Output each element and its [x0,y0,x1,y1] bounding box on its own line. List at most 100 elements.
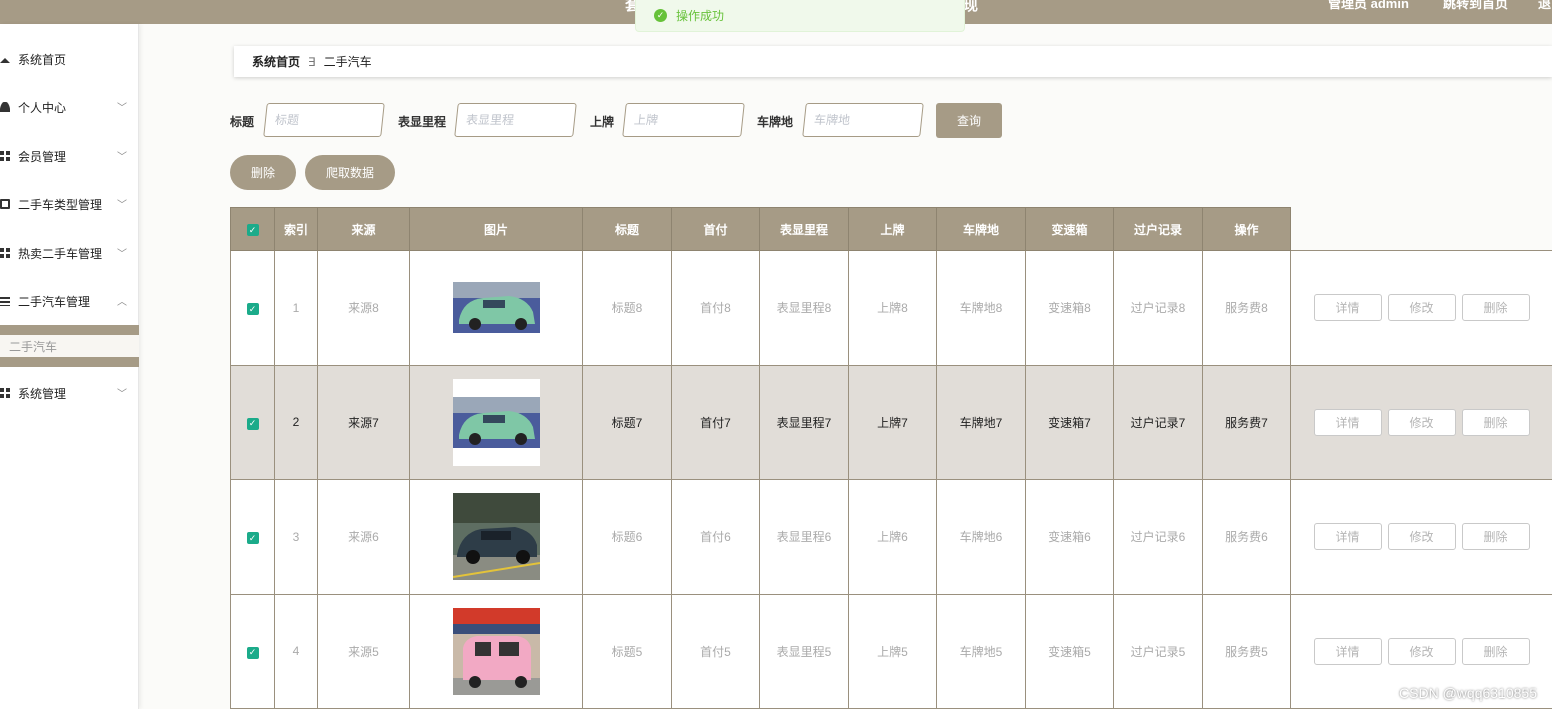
breadcrumb-separator-icon: ∃ [308,54,316,69]
car-thumbnail-image[interactable] [452,378,540,466]
edit-button[interactable]: 修改 [1387,523,1456,551]
fee-cell: 服务费7 [1202,364,1291,480]
mileage-search-input[interactable] [454,103,577,137]
column-header: 上牌 [848,207,937,251]
mileage-cell: 表显里程6 [759,479,849,595]
sidebar-item-label: 个人中心 [18,100,67,115]
query-button[interactable]: 查询 [936,103,1002,138]
checkbox-checked-icon[interactable]: ✓ [246,646,259,659]
checkbox-checked-icon[interactable]: ✓ [246,224,259,237]
plate-search-label: 上牌 [590,115,615,129]
column-header: 索引 [274,207,318,251]
column-header: 过户记录 [1113,207,1203,251]
logout-link[interactable]: 退 [1538,0,1551,12]
list-icon [0,296,10,306]
chevron-down-icon: ﹀ [117,200,127,211]
table-row[interactable]: ✓ 2 来源7 标题7 首付7 表显里程7 上牌7 车牌地7 变速箱7 过户记录… [230,364,1552,480]
row-checkbox-cell[interactable]: ✓ [230,479,275,595]
detail-button[interactable]: 详情 [1313,637,1382,665]
sidebar-item-car-types[interactable]: 二手车类型管理 ﹀ [0,193,139,215]
mileage-cell: 表显里程5 [759,593,849,709]
breadcrumb-home[interactable]: 系统首页 [252,53,300,70]
column-header: 车牌地 [936,207,1026,251]
sidebar-item-home[interactable]: 系统首页 [0,48,139,70]
location-search-input[interactable] [802,103,924,137]
chevron-down-icon: ﹀ [117,103,127,114]
used-car-table: ✓ 索引 来源 图片 标题 首付 表显里程 上牌 车牌地 变速箱 过户记录 操作… [230,207,1552,709]
sidebar-item-personal[interactable]: 个人中心 ﹀ [0,96,139,118]
title-search-input[interactable] [263,103,385,137]
title-cell: 标题6 [582,479,672,595]
sidebar-item-label: 热卖二手车管理 [18,246,103,261]
car-thumbnail-image[interactable] [452,493,540,581]
car-thumbnail-image[interactable] [452,607,540,695]
checkbox-checked-icon[interactable]: ✓ [246,303,259,315]
submenu-band-top [0,325,139,335]
sidebar-item-label: 系统首页 [18,52,67,67]
image-cell [409,479,583,595]
select-all-checkbox-cell[interactable]: ✓ [230,207,275,251]
batch-delete-button[interactable]: 删除 [230,155,296,190]
source-cell: 来源7 [317,364,410,480]
chevron-down-icon: ﹀ [117,389,127,400]
sidebar-item-system[interactable]: 系统管理 ﹀ [0,382,139,404]
delete-button[interactable]: 删除 [1461,523,1530,551]
mileage-cell: 表显里程8 [759,250,849,366]
sidebar-item-label: 会员管理 [18,149,67,164]
fee-cell: 服务费8 [1202,250,1291,366]
source-cell: 来源8 [317,250,410,366]
chevron-down-icon: ﹀ [117,249,127,260]
row-checkbox-cell[interactable]: ✓ [230,593,275,709]
crawl-data-button[interactable]: 爬取数据 [305,155,395,190]
delete-button[interactable]: 删除 [1461,637,1530,665]
delete-button[interactable]: 删除 [1461,408,1530,436]
down-payment-cell: 首付7 [671,364,760,480]
location-cell: 车牌地7 [936,364,1026,480]
gearbox-cell: 变速箱6 [1025,479,1114,595]
table-row[interactable]: ✓ 3 来源6 标题6 首付6 表显里程6 上牌6 车牌地6 变速箱6 过户记录… [230,479,1552,595]
operations-cell: 详情 修改 删除 [1290,479,1552,595]
operations-cell: 详情 修改 删除 [1290,250,1552,366]
detail-button[interactable]: 详情 [1313,408,1382,436]
checkbox-checked-icon[interactable]: ✓ [246,417,259,430]
transfer-cell: 过户记录8 [1113,250,1203,366]
success-toast: ✓ 操作成功 [635,0,965,32]
car-thumbnail-image[interactable] [452,264,540,351]
breadcrumb-current: 二手汽车 [323,55,372,69]
home-icon [0,53,10,63]
sidebar-item-used-cars[interactable]: 二手汽车管理 ︿ [0,290,139,312]
column-header: 变速箱 [1025,207,1114,251]
doc-icon [0,199,10,209]
sidebar-subitem-used-cars[interactable]: 二手汽车 [0,335,139,357]
plate-cell: 上牌7 [848,364,937,480]
column-header: 来源 [317,207,410,251]
submenu-band-bottom [0,357,139,367]
table-row[interactable]: ✓ 1 来源8 标题8 首付8 表显里程8 上牌8 车牌地8 变速箱8 过户记录… [230,250,1552,366]
detail-button[interactable]: 详情 [1313,523,1382,551]
user-icon [0,102,10,112]
checkbox-checked-icon[interactable]: ✓ [246,532,259,544]
delete-button[interactable]: 删除 [1461,294,1530,322]
chevron-down-icon: ﹀ [117,152,127,163]
detail-button[interactable]: 详情 [1313,294,1382,322]
plate-search-input[interactable] [622,103,745,137]
down-payment-cell: 首付6 [671,479,760,595]
down-payment-cell: 首付5 [671,593,760,709]
row-checkbox-cell[interactable]: ✓ [230,250,275,366]
edit-button[interactable]: 修改 [1387,294,1456,322]
fee-cell: 服务费6 [1202,479,1291,595]
title-search-label: 标题 [230,115,255,129]
location-search-label: 车牌地 [757,115,794,129]
row-checkbox-cell[interactable]: ✓ [230,364,275,480]
table-row[interactable]: ✓ 4 来源5 标题5 首付5 表显里程5 上牌5 车牌地5 变速箱5 过户记录… [230,593,1552,709]
jump-home-link[interactable]: 跳转到首页 [1443,0,1508,12]
sidebar-item-hot-cars[interactable]: 热卖二手车管理 ﹀ [0,242,139,264]
sidebar-item-members[interactable]: 会员管理 ﹀ [0,145,139,167]
title-cell: 标题8 [582,250,672,366]
edit-button[interactable]: 修改 [1387,637,1456,665]
edit-button[interactable]: 修改 [1387,408,1456,436]
title-cell: 标题7 [582,364,672,480]
image-cell [409,364,583,480]
watermark: CSDN @wqq6310855 [1399,685,1537,701]
sidebar: 系统首页 个人中心 ﹀ 会员管理 ﹀ 二手车类型管理 ﹀ 热卖二手车管理 ﹀ 二… [0,24,139,709]
